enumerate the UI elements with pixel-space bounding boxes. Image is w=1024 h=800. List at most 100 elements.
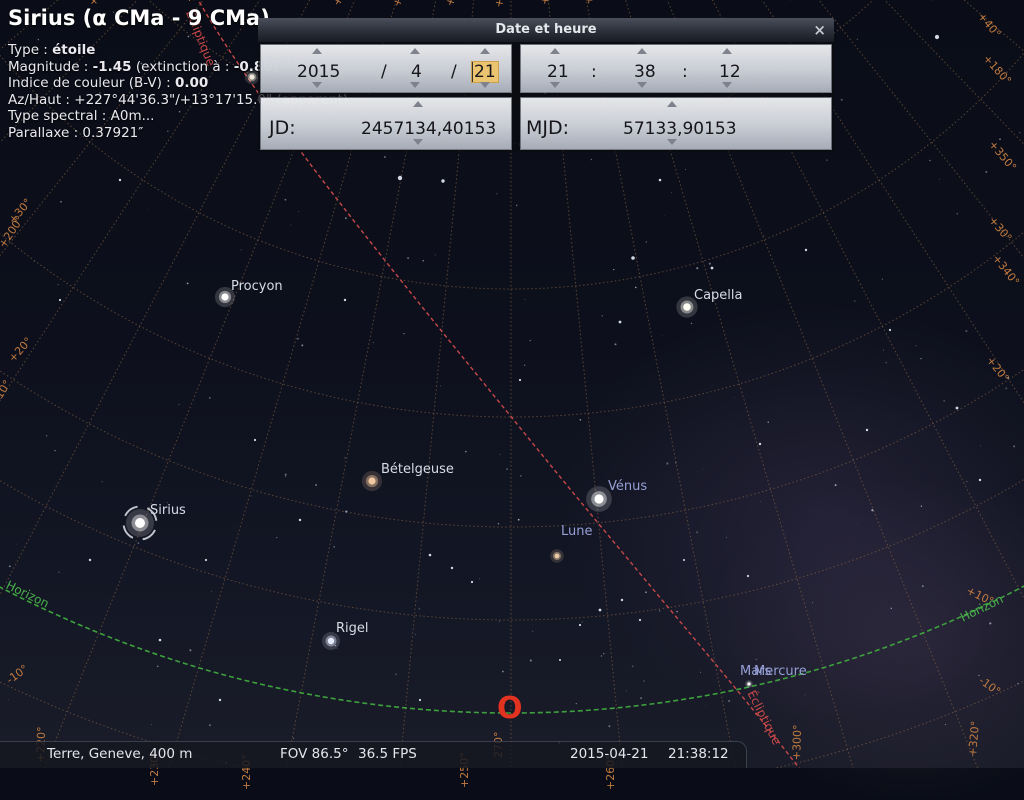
star[interactable] (398, 176, 402, 180)
star (148, 209, 149, 210)
star (506, 468, 507, 469)
star[interactable] (205, 559, 207, 561)
object-sirius[interactable] (126, 509, 154, 537)
star[interactable] (519, 379, 521, 381)
object-venus[interactable] (586, 486, 612, 512)
star[interactable] (683, 559, 685, 561)
close-icon[interactable]: × (813, 21, 826, 39)
object-lune[interactable] (550, 549, 563, 562)
star (675, 462, 676, 463)
star[interactable] (159, 639, 162, 642)
spin-down-day-button[interactable] (480, 82, 490, 88)
star (315, 484, 317, 486)
minute-field[interactable]: 38 (634, 62, 656, 82)
spin-up-year-button[interactable] (312, 48, 322, 54)
jd-value[interactable]: 2457134,40153 (361, 119, 496, 139)
spin-down-jd-button[interactable] (413, 139, 423, 145)
star (858, 524, 859, 525)
star[interactable] (631, 256, 635, 260)
star (498, 523, 499, 524)
star (516, 205, 517, 206)
spin-up-month-button[interactable] (410, 48, 420, 54)
star (298, 211, 299, 212)
mjd-value[interactable]: 57133,90153 (623, 119, 737, 139)
star[interactable] (471, 581, 473, 583)
star[interactable] (299, 519, 301, 521)
object-capella[interactable] (676, 296, 697, 317)
date-separator: / (381, 62, 387, 82)
star[interactable] (254, 439, 256, 441)
spin-up-second-button[interactable] (722, 48, 732, 54)
star (841, 99, 843, 101)
star (891, 608, 892, 609)
second-field[interactable]: 12 (719, 62, 741, 82)
star (645, 591, 647, 593)
object-mars[interactable] (745, 680, 753, 688)
star (524, 299, 525, 300)
spin-down-hour-button[interactable] (550, 82, 560, 88)
star (345, 217, 347, 219)
star (871, 509, 873, 511)
star[interactable] (979, 479, 981, 481)
spin-up-mjd-button[interactable] (667, 101, 677, 107)
star (1019, 132, 1021, 134)
star[interactable] (935, 35, 939, 39)
star[interactable] (441, 179, 444, 182)
star[interactable] (759, 443, 761, 445)
object-rigel[interactable] (322, 632, 340, 650)
month-field[interactable]: 4 (411, 62, 422, 82)
star (696, 531, 698, 533)
star[interactable] (619, 321, 622, 324)
star[interactable] (579, 624, 581, 626)
star (989, 622, 991, 624)
spin-up-day-button[interactable] (480, 48, 490, 54)
star[interactable] (599, 609, 602, 612)
star (530, 659, 532, 661)
star (276, 537, 277, 538)
star[interactable] (621, 599, 623, 601)
hour-field[interactable]: 21 (547, 62, 569, 82)
star[interactable] (559, 659, 561, 661)
star (956, 213, 958, 215)
spin-up-jd-button[interactable] (413, 101, 423, 107)
star[interactable] (419, 699, 421, 701)
star (187, 283, 189, 285)
star (659, 610, 660, 611)
dialog-titlebar[interactable]: Date et heure × (258, 18, 834, 42)
star[interactable] (805, 249, 807, 251)
star[interactable] (889, 329, 891, 331)
star[interactable] (344, 299, 346, 301)
star (524, 364, 525, 365)
star[interactable] (747, 575, 749, 577)
day-field[interactable]: 21 (472, 62, 498, 82)
date-indicator: 2015-04-21 (570, 746, 648, 762)
star[interactable] (956, 407, 959, 410)
star (1013, 445, 1015, 447)
star[interactable] (429, 554, 432, 557)
spin-down-year-button[interactable] (312, 82, 322, 88)
spin-down-mjd-button[interactable] (667, 139, 677, 145)
star[interactable] (451, 567, 453, 569)
star (857, 39, 859, 41)
star[interactable] (711, 267, 714, 270)
object-betelgeuse[interactable] (362, 471, 382, 491)
star (603, 653, 605, 655)
star (189, 649, 191, 651)
spin-down-second-button[interactable] (722, 82, 732, 88)
star (760, 501, 761, 502)
star[interactable] (89, 559, 91, 561)
spin-up-hour-button[interactable] (550, 48, 560, 54)
star[interactable] (219, 699, 221, 701)
star (965, 330, 967, 332)
star (499, 621, 500, 622)
spin-down-month-button[interactable] (410, 82, 420, 88)
star[interactable] (119, 179, 121, 181)
year-field[interactable]: 2015 (297, 62, 340, 82)
star[interactable] (59, 299, 61, 301)
spin-down-minute-button[interactable] (637, 82, 647, 88)
star[interactable] (866, 429, 868, 431)
star[interactable] (639, 619, 641, 621)
star[interactable] (659, 179, 662, 182)
spin-up-minute-button[interactable] (637, 48, 647, 54)
object-procyon[interactable] (215, 287, 235, 307)
